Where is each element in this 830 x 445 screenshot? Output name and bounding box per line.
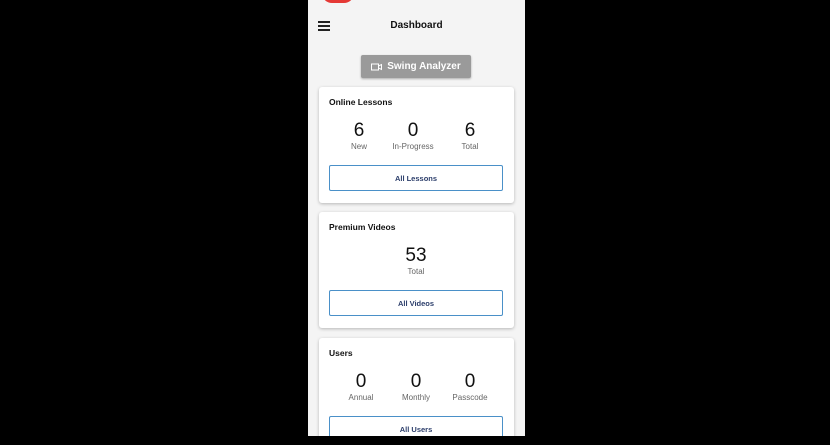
- all-users-button[interactable]: All Users: [329, 416, 503, 436]
- stat-passcode: 0 Passcode: [440, 371, 500, 403]
- stat-new-label: New: [350, 142, 367, 151]
- stat-monthly: 0 Monthly: [386, 371, 446, 403]
- online-lessons-title: Online Lessons: [329, 97, 393, 107]
- stat-annual-label: Annual: [348, 393, 374, 402]
- users-title: Users: [329, 348, 353, 358]
- app-screen: Dashboard Swing Analyzer Online Lessons …: [308, 0, 525, 436]
- stat-annual-value: 0: [355, 371, 367, 392]
- stat-in-progress-value: 0: [407, 120, 419, 141]
- stat-total: 6 Total: [440, 120, 500, 152]
- stat-in-progress-label: In-Progress: [392, 142, 434, 151]
- swing-analyzer-label: Swing Analyzer: [387, 61, 461, 72]
- stat-passcode-value: 0: [464, 371, 476, 392]
- video-camera-icon: [371, 63, 383, 71]
- stat-passcode-label: Passcode: [452, 393, 488, 402]
- stat-videos-total: 53 Total: [386, 245, 446, 277]
- stat-new: 6 New: [329, 120, 389, 152]
- stat-monthly-value: 0: [410, 371, 422, 392]
- stat-annual: 0 Annual: [331, 371, 391, 403]
- stat-monthly-label: Monthly: [401, 393, 430, 402]
- all-videos-button[interactable]: All Videos: [329, 290, 503, 316]
- stat-videos-total-value: 53: [405, 245, 427, 266]
- stat-in-progress: 0 In-Progress: [383, 120, 443, 152]
- swing-analyzer-button[interactable]: Swing Analyzer: [361, 55, 471, 78]
- stat-total-value: 6: [464, 120, 476, 141]
- premium-videos-title: Premium Videos: [329, 222, 396, 232]
- stat-total-label: Total: [461, 142, 479, 151]
- stat-videos-total-label: Total: [407, 267, 425, 276]
- premium-videos-card: Premium Videos 53 Total All Videos: [319, 212, 514, 328]
- all-lessons-button[interactable]: All Lessons: [329, 165, 503, 191]
- users-card: Users 0 Annual 0 Monthly 0 Passcode All …: [319, 338, 514, 436]
- page-title: Dashboard: [390, 20, 443, 31]
- top-bar: Dashboard: [308, 0, 525, 48]
- stat-new-value: 6: [353, 120, 365, 141]
- online-lessons-card: Online Lessons 6 New 0 In-Progress 6 Tot…: [319, 87, 514, 203]
